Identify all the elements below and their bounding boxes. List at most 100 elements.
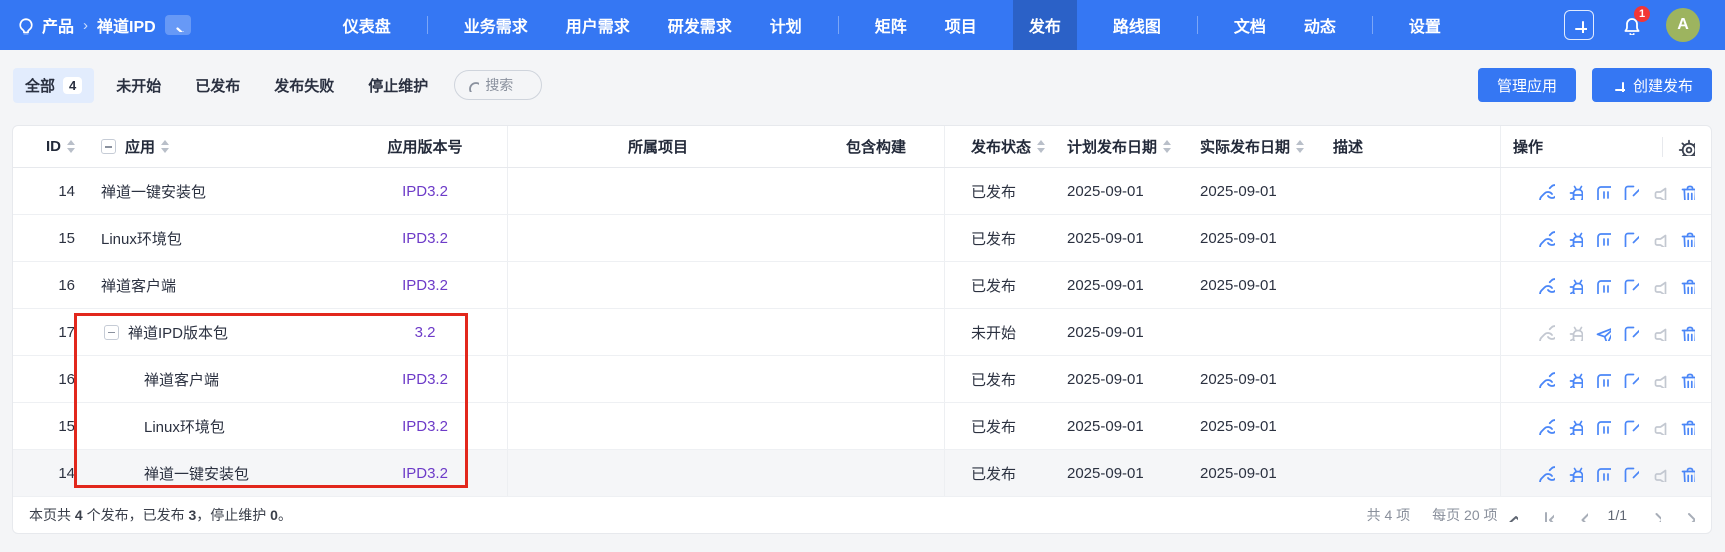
search-input[interactable]	[485, 77, 531, 93]
menu-item-user-req[interactable]: 用户需求	[564, 0, 632, 50]
release-app-name[interactable]: Linux环境包	[101, 416, 225, 437]
col-header-version[interactable]: 应用版本号	[343, 126, 508, 167]
col-header-id[interactable]: ID	[13, 126, 89, 167]
edit-icon[interactable]	[1622, 183, 1639, 200]
pause-icon[interactable]	[1594, 465, 1611, 482]
col-header-plan-date[interactable]: 计划发布日期	[1055, 126, 1188, 167]
col-header-build[interactable]: 包含构建	[808, 126, 945, 167]
tab-not-started[interactable]: 未开始	[104, 68, 173, 103]
release-app-cell[interactable]: 禅道一键安装包	[89, 168, 343, 214]
tab-failed[interactable]: 发布失败	[262, 68, 346, 103]
menu-item-doc[interactable]: 文档	[1232, 0, 1268, 50]
pause-icon[interactable]	[1594, 277, 1611, 294]
bug-icon[interactable]	[1566, 371, 1583, 388]
publish-send-icon[interactable]	[1594, 324, 1611, 341]
menu-item-matrix[interactable]: 矩阵	[873, 0, 909, 50]
release-app-cell[interactable]: 禅道客户端	[89, 356, 343, 402]
release-app-name[interactable]: 禅道一键安装包	[101, 181, 206, 202]
release-app-cell[interactable]: Linux环境包	[89, 403, 343, 449]
delete-trash-icon[interactable]	[1678, 183, 1695, 200]
global-add-button[interactable]	[1564, 10, 1594, 40]
menu-item-business-req[interactable]: 业务需求	[462, 0, 530, 50]
notify-speaker-icon[interactable]	[1650, 183, 1667, 200]
pause-icon[interactable]	[1594, 418, 1611, 435]
version-link[interactable]: IPD3.2	[402, 418, 448, 435]
collapse-all-icon[interactable]	[101, 139, 116, 154]
table-row[interactable]: 15 Linux环境包 IPD3.2 已发布 2025-09-01 2025-0…	[13, 215, 1711, 262]
first-page-icon[interactable]	[1540, 508, 1554, 522]
col-header-actual-date[interactable]: 实际发布日期	[1188, 126, 1321, 167]
table-settings-gear-icon[interactable]	[1677, 138, 1695, 156]
tab-all[interactable]: 全部 4	[13, 68, 94, 103]
sort-icon[interactable]	[161, 140, 169, 153]
menu-item-dynamic[interactable]: 动态	[1302, 0, 1338, 50]
version-link[interactable]: 3.2	[415, 324, 436, 341]
pause-icon[interactable]	[1594, 371, 1611, 388]
release-app-name[interactable]: 禅道IPD版本包	[128, 322, 228, 343]
menu-item-dashboard[interactable]: 仪表盘	[341, 0, 393, 50]
release-app-cell[interactable]: 禅道客户端	[89, 262, 343, 308]
edit-icon[interactable]	[1622, 418, 1639, 435]
pause-icon[interactable]	[1594, 230, 1611, 247]
bug-icon[interactable]	[1566, 418, 1583, 435]
delete-trash-icon[interactable]	[1678, 371, 1695, 388]
menu-item-project[interactable]: 项目	[943, 0, 979, 50]
col-header-app[interactable]: 应用	[89, 126, 343, 167]
sort-icon[interactable]	[1037, 140, 1045, 153]
table-row[interactable]: 15 Linux环境包 IPD3.2 已发布 2025-09-01 2025-0…	[13, 403, 1711, 450]
link-icon[interactable]	[1538, 183, 1555, 200]
version-link[interactable]: IPD3.2	[402, 277, 448, 294]
version-link[interactable]: IPD3.2	[402, 183, 448, 200]
next-page-icon[interactable]	[1647, 508, 1661, 522]
last-page-icon[interactable]	[1681, 508, 1695, 522]
delete-trash-icon[interactable]	[1678, 465, 1695, 482]
edit-icon[interactable]	[1622, 277, 1639, 294]
delete-trash-icon[interactable]	[1678, 324, 1695, 341]
edit-icon[interactable]	[1622, 371, 1639, 388]
bug-icon[interactable]	[1566, 465, 1583, 482]
sort-icon[interactable]	[1163, 140, 1171, 153]
prev-page-icon[interactable]	[1574, 508, 1588, 522]
notify-speaker-icon[interactable]	[1650, 465, 1667, 482]
edit-icon[interactable]	[1622, 465, 1639, 482]
bug-icon[interactable]	[1566, 277, 1583, 294]
link-icon[interactable]	[1538, 371, 1555, 388]
product-switcher-dropdown[interactable]	[165, 15, 191, 35]
create-release-button[interactable]: 创建发布	[1592, 68, 1712, 102]
delete-trash-icon[interactable]	[1678, 277, 1695, 294]
notifications-button[interactable]: 1	[1614, 9, 1646, 41]
release-app-name[interactable]: 禅道客户端	[101, 369, 219, 390]
col-header-project[interactable]: 所属项目	[508, 126, 808, 167]
manage-apps-button[interactable]: 管理应用	[1478, 68, 1576, 102]
breadcrumb-section[interactable]: 产品	[42, 13, 74, 37]
version-link[interactable]: IPD3.2	[402, 465, 448, 482]
version-link[interactable]: IPD3.2	[402, 230, 448, 247]
table-row[interactable]: 14 禅道一键安装包 IPD3.2 已发布 2025-09-01 2025-09…	[13, 168, 1711, 215]
notify-speaker-icon[interactable]	[1650, 230, 1667, 247]
notify-speaker-icon[interactable]	[1650, 418, 1667, 435]
release-app-cell[interactable]: Linux环境包	[89, 215, 343, 261]
delete-trash-icon[interactable]	[1678, 230, 1695, 247]
tab-stopped[interactable]: 停止维护	[356, 68, 440, 103]
bug-icon[interactable]	[1566, 183, 1583, 200]
notify-speaker-icon[interactable]	[1650, 277, 1667, 294]
breadcrumb-product[interactable]: 禅道IPD	[97, 13, 156, 37]
tab-published[interactable]: 已发布	[183, 68, 252, 103]
release-app-name[interactable]: 禅道客户端	[101, 275, 176, 296]
search-box[interactable]	[454, 70, 542, 100]
sort-icon[interactable]	[1296, 140, 1304, 153]
delete-trash-icon[interactable]	[1678, 418, 1695, 435]
link-icon[interactable]	[1538, 418, 1555, 435]
menu-item-roadmap[interactable]: 路线图	[1111, 0, 1163, 50]
release-app-name[interactable]: 禅道一键安装包	[101, 463, 249, 484]
notify-speaker-icon[interactable]	[1650, 324, 1667, 341]
menu-item-dev-req[interactable]: 研发需求	[666, 0, 734, 50]
link-icon[interactable]	[1538, 277, 1555, 294]
link-icon[interactable]	[1538, 230, 1555, 247]
table-row[interactable]: 16 禅道客户端 IPD3.2 已发布 2025-09-01 2025-09-0…	[13, 262, 1711, 309]
menu-item-settings[interactable]: 设置	[1407, 0, 1443, 50]
menu-item-plan[interactable]: 计划	[768, 0, 804, 50]
user-avatar[interactable]: A	[1666, 8, 1700, 42]
edit-icon[interactable]	[1622, 230, 1639, 247]
release-app-name[interactable]: Linux环境包	[101, 228, 182, 249]
